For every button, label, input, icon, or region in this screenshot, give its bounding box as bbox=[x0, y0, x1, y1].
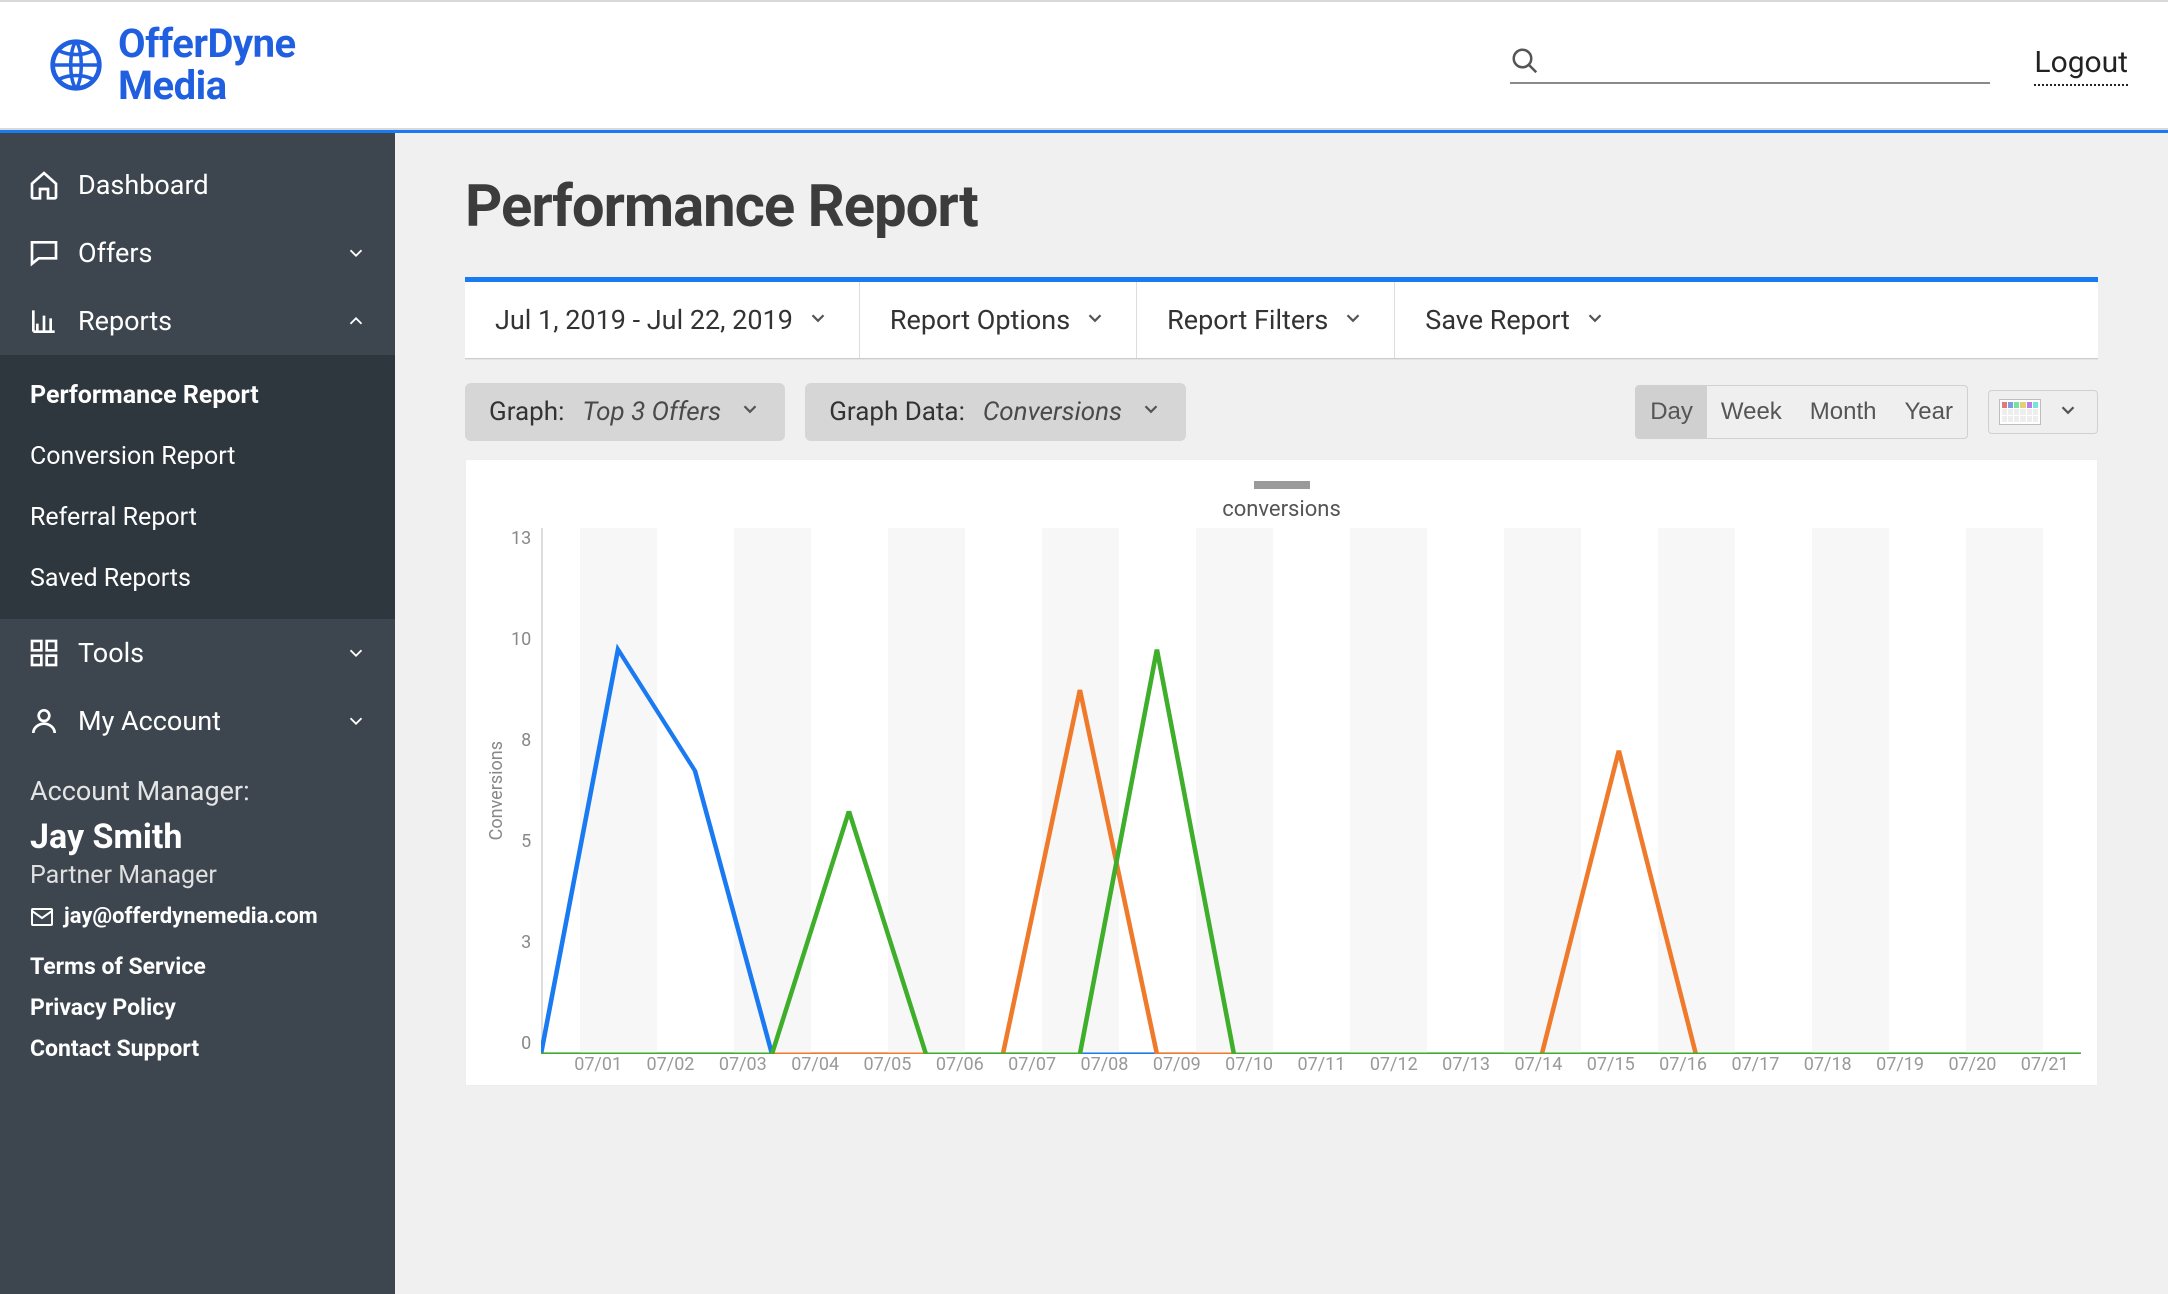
logout-link[interactable]: Logout bbox=[2034, 45, 2128, 86]
chevron-down-icon bbox=[345, 710, 367, 732]
time-granularity-selector: Day Week Month Year bbox=[1635, 385, 1968, 439]
report-option-bar: Jul 1, 2019 - Jul 22, 2019 Report Option… bbox=[465, 277, 2098, 359]
account-manager-label: Account Manager: bbox=[30, 775, 365, 807]
main-content: Performance Report Jul 1, 2019 - Jul 22,… bbox=[395, 130, 2168, 1294]
search-icon bbox=[1510, 46, 1540, 76]
account-manager-email[interactable]: jay@offerdynemedia.com bbox=[30, 904, 365, 929]
chevron-down-icon bbox=[345, 642, 367, 664]
footer-support[interactable]: Contact Support bbox=[30, 1035, 365, 1062]
x-axis-ticks: 07/0107/0207/0307/0407/0507/0607/0707/08… bbox=[562, 1054, 2081, 1075]
reports-submenu: Performance Report Conversion Report Ref… bbox=[0, 355, 395, 619]
search-input[interactable] bbox=[1558, 47, 1990, 75]
sidebar-item-dashboard[interactable]: Dashboard bbox=[0, 151, 395, 219]
chevron-down-icon bbox=[1140, 397, 1162, 427]
chevron-down-icon bbox=[739, 397, 761, 427]
user-icon bbox=[28, 705, 60, 737]
search-input-wrap[interactable] bbox=[1510, 46, 1990, 84]
chevron-down-icon bbox=[1584, 304, 1606, 336]
chart-container: conversions Conversions 13108530 07/0107… bbox=[465, 459, 2098, 1086]
account-manager-title: Partner Manager bbox=[30, 861, 365, 890]
chevron-down-icon bbox=[1084, 304, 1106, 336]
home-icon bbox=[28, 169, 60, 201]
chevron-down-icon bbox=[2057, 399, 2079, 425]
chart-plot-area bbox=[541, 528, 2081, 1054]
graph-data-selector[interactable]: Graph Data: Conversions bbox=[805, 383, 1186, 441]
subnav-conversion-report[interactable]: Conversion Report bbox=[0, 426, 395, 487]
page-title: Performance Report bbox=[465, 173, 2098, 241]
footer-privacy[interactable]: Privacy Policy bbox=[30, 994, 365, 1021]
subnav-performance-report[interactable]: Performance Report bbox=[0, 365, 395, 426]
sidebar-item-offers[interactable]: Offers bbox=[0, 219, 395, 287]
sidebar: Dashboard Offers Reports Performance Rep… bbox=[0, 130, 395, 1294]
brand-logo[interactable]: OfferDyne Media bbox=[48, 23, 296, 107]
subnav-referral-report[interactable]: Referral Report bbox=[0, 487, 395, 548]
palette-icon bbox=[1999, 399, 2041, 425]
sidebar-item-label: Tools bbox=[78, 637, 144, 669]
sidebar-item-label: Offers bbox=[78, 237, 152, 269]
daterange-selector[interactable]: Jul 1, 2019 - Jul 22, 2019 bbox=[465, 282, 860, 358]
chart-legend: conversions bbox=[482, 478, 2081, 522]
y-axis-label: Conversions bbox=[482, 741, 511, 840]
seg-day[interactable]: Day bbox=[1636, 386, 1707, 438]
sidebar-item-reports[interactable]: Reports bbox=[0, 287, 395, 355]
report-options-dropdown[interactable]: Report Options bbox=[860, 282, 1137, 358]
seg-month[interactable]: Month bbox=[1796, 386, 1891, 438]
globe-icon bbox=[48, 37, 104, 93]
chevron-down-icon bbox=[1342, 304, 1364, 336]
seg-week[interactable]: Week bbox=[1707, 386, 1796, 438]
mail-icon bbox=[30, 905, 54, 929]
footer-terms[interactable]: Terms of Service bbox=[30, 953, 365, 980]
sidebar-item-tools[interactable]: Tools bbox=[0, 619, 395, 687]
bar-chart-icon bbox=[28, 305, 60, 337]
color-palette-selector[interactable] bbox=[1988, 390, 2098, 434]
chevron-up-icon bbox=[345, 310, 367, 332]
y-axis-ticks: 13108530 bbox=[511, 528, 541, 1054]
tools-icon bbox=[28, 637, 60, 669]
seg-year[interactable]: Year bbox=[1891, 386, 1968, 438]
sidebar-item-label: Reports bbox=[78, 305, 172, 337]
account-manager-name: Jay Smith bbox=[30, 817, 365, 857]
sidebar-item-label: Dashboard bbox=[78, 169, 209, 201]
chevron-down-icon bbox=[345, 242, 367, 264]
chat-icon bbox=[28, 237, 60, 269]
graph-toggle-row: Graph: Top 3 Offers Graph Data: Conversi… bbox=[465, 383, 2098, 441]
account-manager-block: Account Manager: Jay Smith Partner Manag… bbox=[0, 755, 395, 939]
sidebar-item-label: My Account bbox=[78, 705, 221, 737]
subnav-saved-reports[interactable]: Saved Reports bbox=[0, 548, 395, 609]
legend-dash-icon bbox=[1254, 481, 1310, 489]
top-header: OfferDyne Media Logout bbox=[0, 0, 2168, 130]
brand-name: OfferDyne Media bbox=[118, 23, 296, 107]
save-report-dropdown[interactable]: Save Report bbox=[1395, 282, 1636, 358]
chevron-down-icon bbox=[807, 304, 829, 336]
graph-selector[interactable]: Graph: Top 3 Offers bbox=[465, 383, 785, 441]
report-filters-dropdown[interactable]: Report Filters bbox=[1137, 282, 1395, 358]
sidebar-item-my-account[interactable]: My Account bbox=[0, 687, 395, 755]
footer-links: Terms of Service Privacy Policy Contact … bbox=[0, 939, 395, 1076]
